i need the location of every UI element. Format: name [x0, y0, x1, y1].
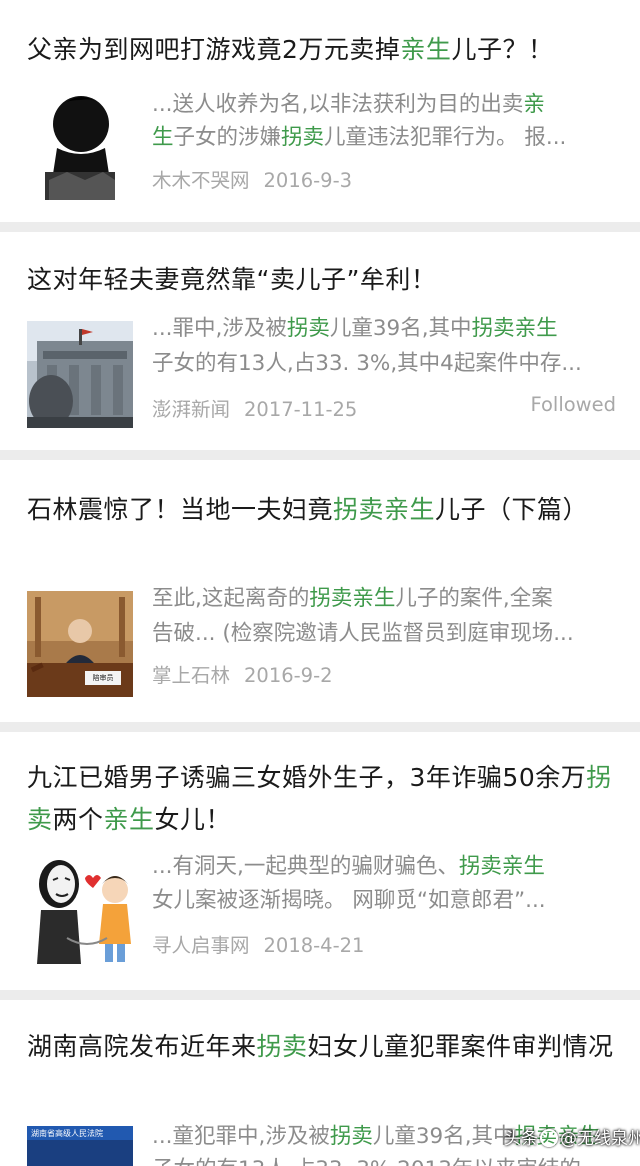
highlighted-keyword: 拐卖亲生: [309, 586, 396, 611]
article-source: 寻人启事网: [152, 934, 250, 957]
article-card[interactable]: 石林震惊了！当地一夫妇竟拐卖亲生儿子（下篇） 陪审员 至此,这起离奇的拐卖亲生儿…: [0, 460, 640, 722]
text-segment: 女儿案被逐渐揭晓。 网聊觅“如意郎君”...: [152, 888, 546, 913]
article-title[interactable]: 这对年轻夫妻竟然靠“卖儿子”牟利！: [27, 259, 618, 301]
article-snippet-line: 子女的有13人,占33. 3%,2013年以来审结的...: [152, 1153, 618, 1166]
watermark: 头条 @无线泉州: [504, 1124, 640, 1149]
child-silhouette-icon: [45, 96, 115, 200]
article-snippet-line: ...罪中,涉及被拐卖儿童39名,其中拐卖亲生: [152, 312, 618, 345]
text-segment: 这对年轻夫妻竟然靠“卖儿子”牟利！: [27, 265, 437, 294]
text-segment: 妇女儿童犯罪案件审判情况: [307, 1032, 614, 1061]
article-thumbnail[interactable]: [27, 88, 133, 200]
article-source: 掌上石林: [152, 664, 231, 687]
followed-label[interactable]: Followed: [530, 393, 616, 416]
text-segment: 女儿！: [154, 805, 232, 834]
text-segment: 儿子？！: [451, 35, 554, 64]
article-title[interactable]: 九江已婚男子诱骗三女婚外生子，3年诈骗50余万拐卖两个亲生女儿！: [27, 757, 618, 841]
article-thumbnail[interactable]: [27, 321, 133, 428]
article-thumbnail[interactable]: 湖南省高级人民法院: [27, 1126, 133, 1166]
article-source: 澎湃新闻: [152, 398, 231, 421]
text-segment: 儿童39名,其中: [329, 316, 472, 341]
article-card[interactable]: 父亲为到网吧打游戏竟2万元卖掉亲生儿子？！ ...送人收养为名,以非法获利为目的…: [0, 0, 640, 222]
highlighted-keyword: 亲: [523, 92, 545, 117]
text-segment: 子女的有13人,占33. 3%,其中4起案件中存...: [152, 351, 582, 376]
text-segment: 两个: [52, 805, 104, 834]
court-building-photo: [27, 321, 133, 428]
article-title[interactable]: 湖南高院发布近年来拐卖妇女儿童犯罪案件审判情况: [27, 1026, 618, 1068]
text-segment: 儿子（下篇）: [435, 495, 589, 524]
highlighted-keyword: 拐卖亲生: [458, 854, 545, 879]
highlighted-keyword: 拐卖: [281, 125, 325, 150]
article-snippet-line: 女儿案被逐渐揭晓。 网聊觅“如意郎君”...: [152, 884, 618, 917]
highlighted-keyword: 拐卖: [329, 1124, 373, 1149]
nameplate-label: 陪审员: [92, 674, 114, 682]
article-snippet-line: ...送人收养为名,以非法获利为目的出卖亲: [152, 88, 618, 121]
highlighted-keyword: 亲生: [103, 805, 155, 834]
text-segment: 九江已婚男子诱骗三女婚外生子，3年诈骗50余万: [27, 763, 587, 792]
highlighted-keyword: 拐卖: [286, 316, 330, 341]
article-date: 2016-9-3: [263, 169, 353, 192]
highlighted-keyword: 亲生: [400, 35, 452, 64]
article-snippet-line: ...有洞天,一起典型的骗财骗色、拐卖亲生: [152, 850, 618, 883]
highlighted-keyword: 拐卖: [256, 1032, 308, 1061]
masked-man-cartoon: [27, 854, 133, 964]
article-meta: 澎湃新闻 2017-11-25 Followed: [152, 393, 618, 422]
search-results-feed: 父亲为到网吧打游戏竟2万元卖掉亲生儿子？！ ...送人收养为名,以非法获利为目的…: [0, 0, 640, 1166]
article-title[interactable]: 石林震惊了！当地一夫妇竟拐卖亲生儿子（下篇）: [27, 489, 618, 531]
text-segment: ...送人收养为名,以非法获利为目的出卖: [152, 92, 524, 117]
article-thumbnail[interactable]: 陪审员: [27, 591, 133, 697]
toutiao-logo-icon: [540, 1129, 558, 1147]
text-segment: 父亲为到网吧打游戏竟2万元卖掉: [27, 35, 401, 64]
article-snippet-line: 子女的有13人,占33. 3%,其中4起案件中存...: [152, 347, 618, 380]
text-segment: 儿童违法犯罪行为。 报...: [324, 125, 567, 150]
highlighted-keyword: 拐卖亲生: [333, 495, 436, 524]
article-date: 2016-9-2: [244, 664, 333, 687]
text-segment: 至此,这起离奇的: [152, 586, 310, 611]
article-title[interactable]: 父亲为到网吧打游戏竟2万元卖掉亲生儿子？！: [27, 29, 618, 71]
highlighted-keyword: 生: [152, 125, 174, 150]
article-card[interactable]: 这对年轻夫妻竟然靠“卖儿子”牟利！ ...罪中,涉及被拐卖儿童39名,其中拐卖亲…: [0, 232, 640, 450]
text-segment: 儿子的案件,全案: [395, 586, 553, 611]
text-segment: 湖南高院发布近年来: [27, 1032, 257, 1061]
text-segment: 告破... (检察院邀请人民监督员到庭审现场...: [152, 621, 574, 646]
text-segment: ...童犯罪中,涉及被: [152, 1124, 330, 1149]
text-segment: ...有洞天,一起典型的骗财骗色、: [152, 854, 459, 879]
text-segment: 石林震惊了！当地一夫妇竟: [27, 495, 334, 524]
banner-label: 湖南省高级人民法院: [31, 1129, 103, 1138]
highlighted-keyword: 拐卖亲生: [471, 316, 558, 341]
article-snippet-line: 生子女的涉嫌拐卖儿童违法犯罪行为。 报...: [152, 121, 618, 154]
article-meta: 寻人启事网 2018-4-21: [152, 929, 618, 958]
article-snippet-line: 至此,这起离奇的拐卖亲生儿子的案件,全案: [152, 582, 618, 615]
text-segment: 儿童39名,其中: [372, 1124, 515, 1149]
article-date: 2018-4-21: [263, 934, 365, 957]
watermark-handle: @无线泉州: [560, 1129, 640, 1149]
article-date: 2017-11-25: [244, 398, 358, 421]
text-segment: ...罪中,涉及被: [152, 316, 287, 341]
article-meta: 掌上石林 2016-9-2: [152, 659, 618, 688]
article-thumbnail[interactable]: [27, 854, 133, 964]
text-segment: 子女的有13人,占33. 3%,2013年以来审结的...: [152, 1157, 601, 1166]
article-card[interactable]: 九江已婚男子诱骗三女婚外生子，3年诈骗50余万拐卖两个亲生女儿！ ...有洞天,…: [0, 732, 640, 990]
watermark-prefix: 头条: [504, 1129, 538, 1149]
article-meta: 木木不哭网 2016-9-3: [152, 164, 618, 193]
article-snippet-line: 告破... (检察院邀请人民监督员到庭审现场...: [152, 617, 618, 650]
article-source: 木木不哭网: [152, 169, 250, 192]
text-segment: 子女的涉嫌: [173, 125, 282, 150]
